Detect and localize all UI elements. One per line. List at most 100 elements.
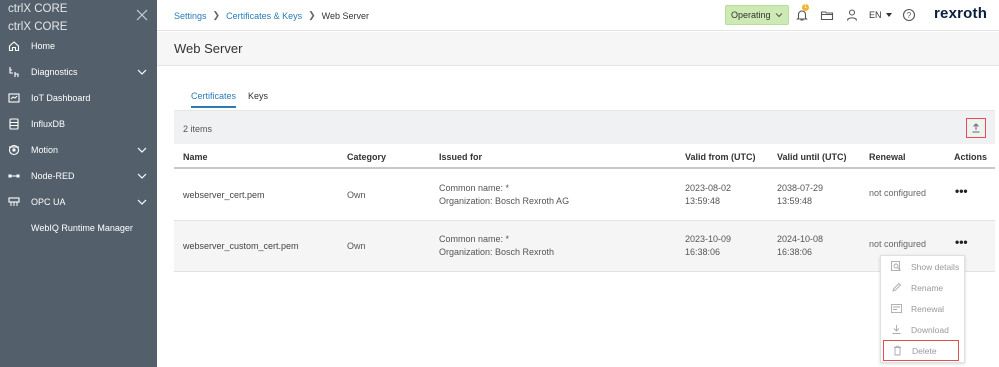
cert-valid-until: 2024-10-08 16:38:06	[777, 233, 823, 259]
breadcrumb-current: Web Server	[321, 10, 370, 21]
sidebar-item-motion[interactable]: Motion	[0, 137, 157, 163]
table-row[interactable]: webserver_custom_cert.pem Own Common nam…	[174, 221, 995, 272]
download-icon	[891, 324, 902, 335]
chevron-down-icon	[137, 199, 147, 205]
chevron-down-icon	[137, 147, 147, 153]
sidebar-item-node-red[interactable]: Node-RED	[0, 163, 157, 189]
sidebar-item-influxdb[interactable]: InfluxDB	[0, 111, 157, 137]
column-header-renewal[interactable]: Renewal	[869, 152, 906, 162]
breadcrumb-separator-icon: ❯	[308, 10, 316, 20]
cert-name: webserver_custom_cert.pem	[183, 241, 299, 251]
tab-bar: Certificates Keys	[191, 91, 280, 108]
page-header: Web Server	[157, 32, 999, 66]
top-bar: Settings ❯ Certificates & Keys ❯ Web Ser…	[157, 0, 999, 31]
column-header-issued-for[interactable]: Issued for	[439, 152, 482, 162]
breadcrumb: Settings ❯ Certificates & Keys ❯ Web Ser…	[174, 10, 369, 21]
chevron-down-icon	[775, 13, 783, 18]
sidebar: ctrlX CORE ctrlX CORE Home Diagnostics I…	[0, 0, 157, 367]
issued-common-name: Common name: *	[439, 183, 510, 193]
help-icon[interactable]: ?	[902, 8, 916, 22]
cert-name: webserver_cert.pem	[183, 190, 265, 200]
menu-item-delete[interactable]: Delete	[883, 340, 959, 361]
sidebar-item-home[interactable]: Home	[0, 33, 157, 59]
issued-organization: Organization: Bosch Rexroth AG	[439, 196, 570, 206]
menu-item-download[interactable]: Download	[881, 319, 966, 340]
cert-renewal: not configured	[869, 188, 927, 198]
sidebar-item-diagnostics[interactable]: Diagnostics	[0, 59, 157, 85]
language-selector[interactable]: EN	[869, 10, 882, 20]
svg-text:?: ?	[907, 11, 912, 20]
brand-line-1: ctrlX CORE	[8, 3, 68, 15]
search-details-icon	[891, 261, 902, 272]
cert-valid-from: 2023-10-09 16:38:06	[685, 233, 731, 259]
chevron-down-icon	[137, 173, 147, 179]
sidebar-item-webiq-runtime-manager[interactable]: WebIQ Runtime Manager	[0, 215, 157, 241]
issued-organization: Organization: Bosch Rexroth	[439, 247, 555, 257]
page-title: Web Server	[174, 41, 243, 56]
cert-renewal: not configured	[869, 239, 927, 249]
sidebar-nav: Home Diagnostics IoT Dashboard InfluxDB	[0, 33, 157, 241]
cert-issued-for: Common name: * Organization: Bosch Rexro…	[439, 182, 569, 208]
menu-item-renewal[interactable]: Renewal	[881, 298, 966, 319]
menu-item-label: Download	[911, 324, 949, 335]
chevron-down-icon	[137, 69, 147, 75]
renewal-icon	[891, 303, 902, 314]
table-toolbar: 2 items	[174, 110, 995, 144]
sidebar-item-label: IoT Dashboard	[31, 93, 91, 103]
upload-icon	[972, 123, 980, 133]
breadcrumb-separator-icon: ❯	[212, 10, 221, 20]
table-header: Name Category Issued for Valid from (UTC…	[174, 145, 995, 169]
sidebar-item-label: Diagnostics	[31, 67, 78, 77]
table-row[interactable]: webserver_cert.pem Own Common name: * Or…	[174, 170, 995, 221]
column-header-name[interactable]: Name	[183, 152, 208, 162]
upload-button[interactable]	[966, 118, 986, 138]
home-icon	[7, 39, 21, 53]
valid-from-time: 16:38:06	[685, 247, 721, 257]
pencil-icon	[891, 282, 902, 293]
tab-keys[interactable]: Keys	[248, 91, 268, 108]
menu-item-label: Renewal	[911, 303, 945, 314]
cert-category: Own	[347, 241, 366, 251]
column-header-valid-from[interactable]: Valid from (UTC)	[685, 152, 756, 162]
sidebar-item-label: Node-RED	[31, 171, 75, 181]
menu-item-label: Delete	[912, 345, 937, 356]
sidebar-item-opc-ua[interactable]: OPC UA	[0, 189, 157, 215]
tab-certificates[interactable]: Certificates	[191, 91, 237, 108]
menu-item-label: Rename	[911, 282, 944, 293]
breadcrumb-settings[interactable]: Settings	[174, 11, 207, 21]
operating-status-dropdown[interactable]: Operating	[725, 5, 789, 25]
items-count: 2 items	[183, 124, 213, 134]
valid-until-date: 2024-10-08	[777, 234, 824, 244]
column-header-valid-until[interactable]: Valid until (UTC)	[777, 152, 847, 162]
column-header-category[interactable]: Category	[347, 152, 386, 162]
caret-down-icon	[886, 13, 892, 17]
diagnostics-icon	[7, 65, 21, 79]
database-icon	[7, 117, 21, 131]
sidebar-item-label: OPC UA	[31, 197, 66, 207]
valid-until-time: 16:38:06	[777, 247, 813, 257]
opc-ua-icon	[7, 195, 21, 209]
menu-item-show-details[interactable]: Show details	[881, 256, 966, 277]
notification-badge: 1	[802, 4, 809, 11]
cert-category: Own	[347, 190, 366, 200]
more-actions-icon[interactable]: •••	[955, 236, 971, 249]
motion-icon	[7, 143, 21, 157]
cert-issued-for: Common name: * Organization: Bosch Rexro…	[439, 233, 554, 259]
valid-until-time: 13:59:48	[777, 196, 813, 206]
trash-icon	[892, 345, 903, 356]
valid-until-date: 2038-07-29	[777, 183, 824, 193]
valid-from-date: 2023-08-02	[685, 183, 732, 193]
node-red-icon	[7, 169, 21, 183]
menu-item-rename[interactable]: Rename	[881, 277, 966, 298]
more-actions-icon[interactable]: •••	[955, 185, 971, 198]
breadcrumb-certificates-keys[interactable]: Certificates & Keys	[226, 11, 302, 21]
cert-valid-from: 2023-08-02 13:59:48	[685, 182, 731, 208]
status-label: Operating	[731, 10, 771, 20]
issued-common-name: Common name: *	[439, 234, 510, 244]
close-icon[interactable]	[135, 8, 149, 22]
actions-context-menu: Show details Rename Renewal Download Del…	[880, 255, 965, 363]
dashboard-icon	[7, 91, 21, 105]
sidebar-item-iot-dashboard[interactable]: IoT Dashboard	[0, 85, 157, 111]
folder-icon[interactable]	[820, 8, 834, 22]
user-icon[interactable]	[845, 8, 859, 22]
